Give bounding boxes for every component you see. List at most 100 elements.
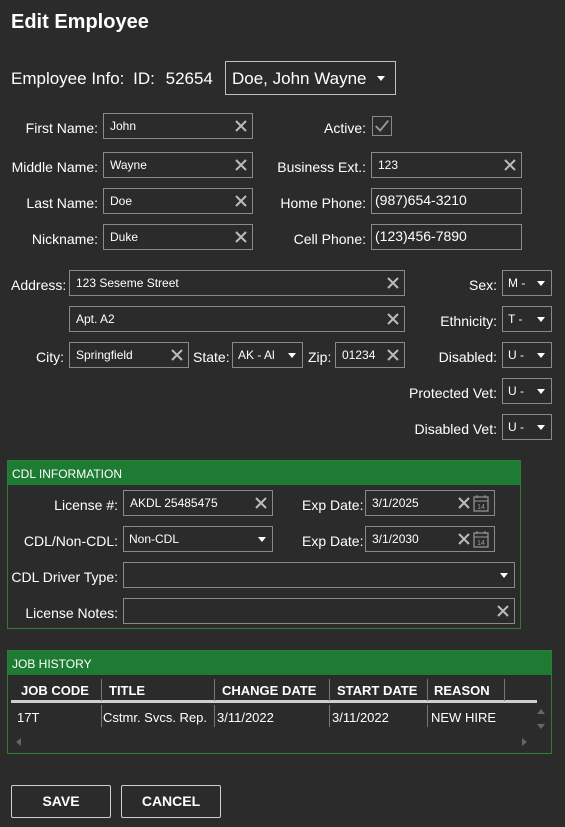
- clear-icon[interactable]: [495, 603, 511, 619]
- exp-date-1-field[interactable]: 3/1/2025 14: [365, 490, 495, 516]
- license-field[interactable]: AKDL 25485475: [123, 490, 273, 516]
- column-divider: [101, 705, 102, 727]
- middle-name-field[interactable]: Wayne: [103, 152, 253, 178]
- nickname-label: Nickname:: [31, 231, 98, 247]
- license-notes-field[interactable]: [123, 598, 515, 624]
- clear-icon[interactable]: [233, 157, 249, 173]
- cell-reason: NEW HIRE: [431, 710, 496, 725]
- license-label: License #:: [54, 497, 118, 513]
- city-label: City:: [36, 349, 64, 365]
- employee-info-header: Employee Info: ID: 52654: [11, 69, 213, 89]
- cdl-driver-type-label: CDL Driver Type:: [11, 569, 118, 585]
- clear-icon[interactable]: [253, 495, 269, 511]
- license-notes-label: License Notes:: [25, 605, 118, 621]
- disabled-label: Disabled:: [438, 349, 497, 365]
- ethnicity-select[interactable]: T -: [502, 306, 552, 332]
- home-phone-value: (987)654-3210: [375, 192, 467, 208]
- chevron-down-icon: [288, 353, 296, 358]
- table-row[interactable]: 17T Cstmr. Svcs. Rep. 3/11/2022 3/11/202…: [11, 677, 537, 733]
- nickname-field[interactable]: Duke: [103, 224, 253, 250]
- zip-label: Zip:: [308, 349, 332, 365]
- nickname-value: Duke: [110, 230, 139, 244]
- disabled-select[interactable]: U -: [502, 342, 552, 368]
- job-history-panel: JOB HISTORY JOB CODE TITLE CHANGE DATE S…: [7, 650, 552, 754]
- zip-field[interactable]: 01234: [335, 342, 405, 368]
- clear-icon[interactable]: [385, 275, 401, 291]
- clear-icon[interactable]: [169, 347, 185, 363]
- clear-icon[interactable]: [456, 531, 472, 547]
- protected-vet-value: U -: [508, 384, 524, 398]
- clear-icon[interactable]: [502, 157, 518, 173]
- scroll-right-icon[interactable]: [522, 738, 527, 746]
- cancel-button[interactable]: CANCEL: [121, 785, 221, 818]
- last-name-field[interactable]: Doe: [103, 188, 253, 214]
- scroll-down-icon[interactable]: [537, 724, 545, 729]
- business-ext-label: Business Ext.:: [277, 159, 366, 175]
- employee-info-label: Employee Info:: [11, 69, 125, 88]
- clear-icon[interactable]: [385, 347, 401, 363]
- exp-date-2-value: 3/1/2030: [372, 532, 419, 546]
- active-checkbox[interactable]: [372, 116, 392, 136]
- save-button[interactable]: SAVE: [11, 785, 111, 818]
- clear-icon[interactable]: [233, 193, 249, 209]
- home-phone-field[interactable]: (987)654-3210: [371, 188, 522, 214]
- scroll-left-icon[interactable]: [16, 738, 21, 746]
- disabled-value: U -: [508, 348, 524, 362]
- disabled-vet-select[interactable]: U -: [502, 414, 552, 440]
- cell-start-date: 3/11/2022: [332, 710, 389, 725]
- calendar-icon[interactable]: 14: [473, 494, 489, 512]
- protected-vet-select[interactable]: U -: [502, 378, 552, 404]
- calendar-icon[interactable]: 14: [473, 530, 489, 548]
- state-value: AK - Al: [238, 348, 275, 362]
- city-field[interactable]: Springfield: [69, 342, 189, 368]
- clear-icon[interactable]: [385, 311, 401, 327]
- business-ext-field[interactable]: 123: [371, 152, 522, 178]
- first-name-field[interactable]: John: [103, 113, 253, 139]
- column-divider: [214, 705, 215, 727]
- chevron-down-icon: [500, 573, 508, 578]
- sex-select[interactable]: M -: [502, 270, 552, 296]
- address-line2-field[interactable]: Apt. A2: [69, 306, 405, 332]
- check-icon: [375, 120, 389, 132]
- clear-icon[interactable]: [233, 118, 249, 134]
- exp-date-2-label: Exp Date:: [302, 533, 364, 549]
- zip-value: 01234: [342, 348, 376, 362]
- last-name-label: Last Name:: [26, 195, 98, 211]
- protected-vet-label: Protected Vet:: [409, 385, 497, 401]
- cell-phone-field[interactable]: (123)456-7890: [371, 224, 522, 250]
- chevron-down-icon: [377, 76, 385, 81]
- city-value: Springfield: [76, 348, 133, 362]
- employee-select[interactable]: Doe, John Wayne: [225, 61, 396, 95]
- cell-phone-label: Cell Phone:: [293, 231, 366, 247]
- scroll-up-icon[interactable]: [537, 709, 545, 714]
- state-select[interactable]: AK - Al: [232, 342, 303, 368]
- disabled-vet-value: U -: [508, 420, 524, 434]
- chevron-down-icon: [537, 281, 545, 286]
- ethnicity-label: Ethnicity:: [440, 313, 497, 329]
- chevron-down-icon: [258, 537, 266, 542]
- job-history-header: JOB HISTORY: [8, 651, 551, 675]
- cell-change-date: 3/11/2022: [217, 710, 274, 725]
- exp-date-1-value: 3/1/2025: [372, 496, 419, 510]
- employee-id-value: 52654: [165, 69, 213, 88]
- cdl-type-select[interactable]: Non-CDL: [123, 526, 273, 552]
- last-name-value: Doe: [110, 194, 133, 208]
- first-name-label: First Name:: [25, 120, 98, 136]
- exp-date-2-field[interactable]: 3/1/2030 14: [365, 526, 495, 552]
- exp-date-1-label: Exp Date:: [302, 497, 364, 513]
- clear-icon[interactable]: [456, 495, 472, 511]
- state-label: State:: [193, 349, 230, 365]
- column-divider: [329, 705, 330, 727]
- chevron-down-icon: [537, 389, 545, 394]
- first-name-value: John: [110, 119, 137, 133]
- sex-label: Sex:: [468, 277, 497, 293]
- address-line1-field[interactable]: 123 Seseme Street: [69, 270, 405, 296]
- chevron-down-icon: [537, 425, 545, 430]
- cdl-driver-type-select[interactable]: [123, 562, 515, 588]
- cdl-type-label: CDL/Non-CDL:: [23, 533, 118, 549]
- ethnicity-value: T -: [508, 312, 523, 326]
- clear-icon[interactable]: [233, 229, 249, 245]
- cdl-panel-header: CDL INFORMATION: [8, 461, 520, 485]
- employee-select-value: Doe, John Wayne: [232, 69, 367, 88]
- cell-job-code: 17T: [17, 710, 40, 725]
